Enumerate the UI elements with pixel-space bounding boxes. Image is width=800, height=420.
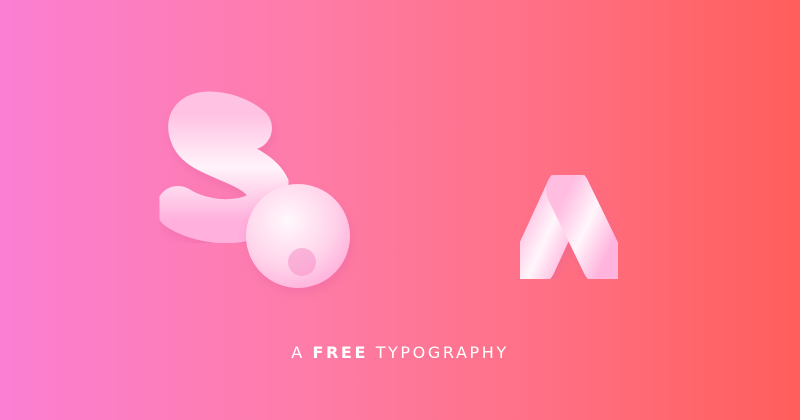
hero-banner: A FREE TYPOGRAPHY [0, 0, 800, 420]
tagline-prefix: A [291, 343, 305, 362]
tagline-emphasis: FREE [312, 343, 368, 362]
letter-f [372, 160, 450, 284]
letter-t [441, 98, 557, 243]
letter-s [156, 91, 292, 244]
letter-o [246, 184, 350, 288]
tagline: A FREE TYPOGRAPHY [0, 343, 800, 363]
letter-a [512, 168, 626, 286]
tagline-suffix: TYPOGRAPHY [375, 343, 509, 362]
